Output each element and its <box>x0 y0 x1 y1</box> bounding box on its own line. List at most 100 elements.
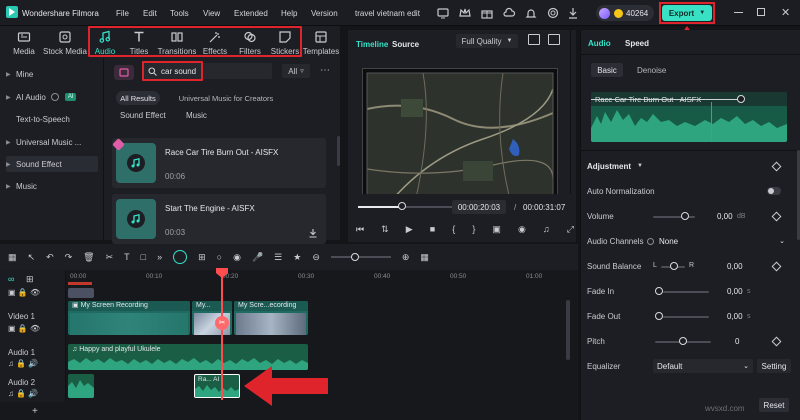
sidebar-item-sound-effect[interactable]: ▶ Sound Effect <box>6 156 98 172</box>
add-track-button[interactable]: + <box>32 406 38 417</box>
auto-normalization-toggle[interactable] <box>767 187 781 195</box>
sub-tab-basic[interactable]: Basic <box>591 63 623 77</box>
download-icon[interactable] <box>566 6 580 20</box>
filter-dropdown[interactable]: All ▿ <box>282 64 310 78</box>
adjustment-header[interactable]: Adjustment ▼ <box>587 158 791 174</box>
audio-clip-small[interactable] <box>68 374 94 398</box>
sidebar-item-music[interactable]: ▶ Music <box>6 178 98 194</box>
sidebar-item-ai-audio[interactable]: ▶ AI Audio AI <box>6 89 98 105</box>
zoom-out-icon[interactable]: ⊖ <box>312 252 320 263</box>
coins-badge[interactable]: 40264 <box>596 5 654 21</box>
menu-version[interactable]: Version <box>311 9 338 18</box>
support-icon[interactable] <box>546 6 560 20</box>
tab-timeline[interactable]: Timeline <box>356 40 388 49</box>
tab-sound-effect[interactable]: Sound Effect <box>120 111 166 120</box>
fullscreen-icon[interactable] <box>548 34 560 45</box>
delete-icon[interactable]: 🗑 <box>83 252 94 263</box>
volume-slider-handle[interactable] <box>681 212 689 220</box>
fade-out-value[interactable]: 0,00 <box>727 312 743 321</box>
text-tool-icon[interactable]: T <box>124 252 130 262</box>
undo-icon[interactable]: ↶ <box>46 252 54 263</box>
fade-out-slider-handle[interactable] <box>655 312 663 320</box>
list-item[interactable]: Start The Engine - AISFX 00:03 <box>112 194 326 244</box>
zoom-slider[interactable] <box>330 253 391 261</box>
render-icon[interactable]: ◉ <box>233 252 241 263</box>
track-controls[interactable]: ▣ 🔒 👁 <box>8 324 40 333</box>
layers-icon[interactable]: ☰ <box>274 252 282 263</box>
more-tools-icon[interactable]: » <box>157 252 162 262</box>
minimize-icon[interactable] <box>734 12 743 13</box>
tab-speed[interactable]: Speed <box>625 39 649 48</box>
chip-all-results[interactable]: All Results <box>116 91 160 105</box>
tab-music[interactable]: Music <box>186 111 207 120</box>
equalizer-select[interactable]: Default ⌄ <box>653 359 753 373</box>
playhead-handle[interactable] <box>216 268 228 278</box>
gift-icon[interactable] <box>480 6 494 20</box>
sub-tab-denoise[interactable]: Denoise <box>637 66 666 75</box>
scrubber-handle[interactable] <box>398 202 406 210</box>
track-controls[interactable]: ♫ 🔒 🔊 <box>8 389 38 398</box>
sidebar-item-mine[interactable]: ▶ Mine <box>6 66 98 82</box>
pitch-slider-handle[interactable] <box>679 337 687 345</box>
fit-icon[interactable]: ▦ <box>420 252 429 263</box>
balance-value[interactable]: 0,00 <box>727 262 743 271</box>
audio-clip-sound-effect-selected[interactable]: Ra... AI <box>194 374 240 398</box>
list-item[interactable]: Race Car Tire Burn Out - AISFX 00:06 <box>112 138 326 188</box>
camera-icon[interactable]: ◉ <box>518 224 526 235</box>
stop-icon[interactable]: ■ <box>430 224 435 234</box>
playhead-line[interactable] <box>221 270 223 400</box>
snapshot-icon[interactable] <box>528 34 540 45</box>
add-track-icon[interactable]: ⊞ <box>26 274 34 285</box>
menu-edit[interactable]: Edit <box>143 9 157 18</box>
reset-button[interactable]: Reset <box>759 398 789 412</box>
select-tool-icon[interactable]: ↖ <box>28 252 36 263</box>
equalizer-setting-button[interactable]: Setting <box>757 359 791 373</box>
fade-in-slider-handle[interactable] <box>655 287 663 295</box>
split-marker-icon[interactable]: ✂ <box>215 316 229 330</box>
play-icon[interactable]: ▶ <box>406 224 413 235</box>
volume-icon[interactable]: ♫ <box>543 224 550 234</box>
mark-in-icon[interactable]: ⇅ <box>381 224 389 235</box>
menu-extended[interactable]: Extended <box>234 9 268 18</box>
tab-media[interactable]: Media <box>8 28 40 56</box>
fade-in-value[interactable]: 0,00 <box>727 287 743 296</box>
balance-slider-handle[interactable] <box>670 262 678 270</box>
cloud-icon[interactable] <box>502 6 516 20</box>
library-icon[interactable] <box>114 65 134 80</box>
fade-in-slider-track[interactable] <box>663 291 709 293</box>
redo-icon[interactable]: ↷ <box>65 252 73 263</box>
link-icon[interactable]: ∞ <box>8 274 14 284</box>
bracket-out-icon[interactable]: } <box>472 224 475 234</box>
quality-dropdown[interactable]: Full Quality ▼ <box>456 34 518 48</box>
step-back-icon[interactable]: ⏮ <box>356 224 364 235</box>
download-icon[interactable] <box>308 228 318 238</box>
monitor-icon[interactable] <box>436 6 450 20</box>
timeline-ruler[interactable]: 00:00 00:10 00:20 00:30 00:40 00:50 01:0… <box>66 270 570 286</box>
zoom-handle[interactable] <box>350 253 359 261</box>
auto-ripple-icon[interactable] <box>173 250 188 264</box>
chip-universal-music[interactable]: Universal Music for Creators <box>176 91 276 105</box>
video-clip-screen-recording[interactable]: ▣ My Screen Recording <box>68 301 190 335</box>
bracket-in-icon[interactable]: { <box>452 224 455 234</box>
split-icon[interactable]: ✂ <box>106 252 114 263</box>
sidebar-item-universal-music[interactable]: ▶ Universal Music ... <box>6 134 98 150</box>
pitch-value[interactable]: 0 <box>735 337 739 346</box>
audio-channels-select[interactable]: None ⌄ <box>655 234 789 248</box>
screen-icon[interactable]: ▣ <box>492 224 501 235</box>
menu-view[interactable]: View <box>203 9 220 18</box>
crown-icon[interactable] <box>458 6 472 20</box>
tab-audio-props[interactable]: Audio <box>588 39 611 48</box>
video-clip-third[interactable]: My Scre...ecording <box>234 301 308 335</box>
more-options-icon[interactable]: ⋯ <box>320 65 331 76</box>
tab-source[interactable]: Source <box>392 40 419 49</box>
menu-file[interactable]: File <box>116 9 129 18</box>
scrollbar[interactable] <box>337 136 340 166</box>
maximize-icon[interactable] <box>757 8 765 16</box>
crop-icon[interactable]: □ <box>141 252 146 262</box>
waveform-volume-handle[interactable] <box>737 95 745 103</box>
fade-out-slider-track[interactable] <box>663 316 709 318</box>
timeline-clip-top[interactable] <box>68 288 94 298</box>
tab-templates[interactable]: Templates <box>303 28 339 56</box>
volume-value[interactable]: 0,00 <box>717 212 733 221</box>
mic-icon[interactable]: 🎤 <box>252 252 263 263</box>
